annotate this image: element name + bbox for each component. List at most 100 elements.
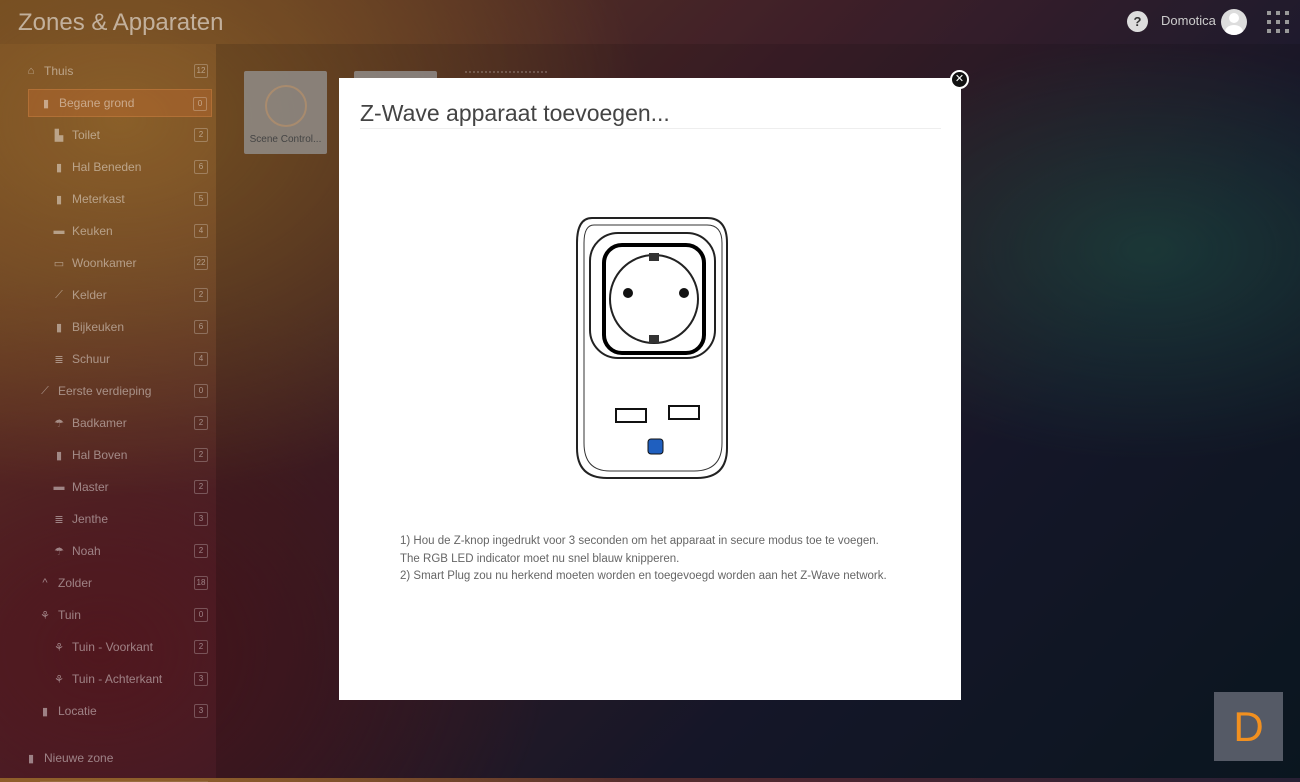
dialog-title: Z-Wave apparaat toevoegen... (360, 100, 670, 126)
sofa-icon: ▭ (53, 257, 65, 270)
sidebar-item-label: Begane grond (59, 96, 135, 110)
scene-controller-icon (265, 85, 307, 127)
sidebar-item[interactable]: ^ Zolder 18 (28, 569, 212, 597)
instruction-line: 1) Hou de Z-knop ingedrukt voor 3 second… (400, 535, 879, 547)
instruction-line: 2) Smart Plug zou nu herkend moeten word… (400, 570, 887, 582)
zone-count-badge: 3 (194, 512, 208, 526)
sidebar-item[interactable]: ☂ Badkamer 2 (52, 409, 212, 437)
help-icon[interactable]: ? (1127, 11, 1148, 32)
zone-count-badge: 2 (194, 128, 208, 142)
roof-icon: ^ (42, 577, 48, 589)
zone-count-badge: 2 (194, 544, 208, 558)
sidebar-item[interactable]: ▮ Hal Beneden 6 (52, 153, 212, 181)
zone-count-badge: 2 (194, 640, 208, 654)
device-tile-label: Scene Control... (249, 134, 322, 145)
zone-count-badge: 4 (194, 224, 208, 238)
kitchen-icon: ▬ (53, 225, 65, 237)
home-icon: ⌂ (27, 65, 35, 77)
sidebar-item-label: Schuur (72, 352, 111, 366)
add-zone-icon: ▮ (27, 752, 35, 765)
sidebar-item[interactable]: ▬ Master 2 (52, 473, 212, 501)
door-icon: ▮ (55, 193, 63, 206)
sidebar-item-label: Hal Beneden (72, 160, 142, 174)
sidebar-item-label: Zolder (58, 576, 93, 590)
close-dialog-button[interactable]: ✕ (950, 70, 969, 89)
sidebar-item-label: Thuis (44, 64, 74, 78)
sidebar-item[interactable]: ▮ Meterkast 5 (52, 185, 212, 213)
shelf-icon: ≣ (54, 513, 64, 526)
bed-icon: ▬ (53, 481, 65, 493)
page-title: Zones & Apparaten (18, 9, 224, 36)
sidebar-item[interactable]: ☂ Noah 2 (52, 537, 212, 565)
sidebar-item[interactable]: ▮ Begane grond 0 (28, 89, 212, 117)
sidebar-item[interactable]: ⚘ Tuin 0 (28, 601, 212, 629)
shelf-icon: ≣ (54, 353, 64, 366)
new-zone-button[interactable]: ▮ Nieuwe zone (24, 744, 214, 772)
toilet-icon: ▙ (54, 129, 64, 142)
sidebar-item[interactable]: ▭ Woonkamer 22 (52, 249, 212, 277)
sidebar-item-label: Toilet (72, 128, 101, 142)
door-icon: ▮ (42, 97, 50, 110)
divider (360, 128, 941, 129)
zone-count-badge: 22 (194, 256, 208, 270)
sidebar-item-label: Jenthe (72, 512, 109, 526)
zone-count-badge: 3 (194, 704, 208, 718)
sidebar-item-label: Meterkast (72, 192, 125, 206)
flower-icon: ⚘ (54, 673, 64, 686)
zone-count-badge: 4 (194, 352, 208, 366)
door-icon: ▮ (41, 705, 49, 718)
door-icon: ▮ (55, 449, 63, 462)
sidebar-item-label: Keuken (72, 224, 113, 238)
sidebar-item[interactable]: ▮ Locatie 3 (28, 697, 212, 725)
door-icon: ▮ (55, 321, 63, 334)
sidebar-item-label: Eerste verdieping (58, 384, 152, 398)
sidebar-item[interactable]: ⚘ Tuin - Voorkant 2 (52, 633, 212, 661)
avatar[interactable] (1221, 9, 1247, 35)
zone-count-badge: 18 (194, 576, 208, 590)
zone-count-badge: 5 (194, 192, 208, 206)
sidebar-item[interactable]: ▮ Bijkeuken 6 (52, 313, 212, 341)
sidebar-item[interactable]: ▙ Toilet 2 (52, 121, 212, 149)
sidebar-item[interactable]: ≣ Schuur 4 (52, 345, 212, 373)
zone-count-badge: 2 (194, 416, 208, 430)
top-bar: Zones & Apparaten ? Domotica (0, 0, 1300, 44)
sidebar-item[interactable]: ⟋ Eerste verdieping 0 (28, 377, 212, 405)
zone-sidebar: ▮ Nieuwe zone ⌂ Thuis 12 ▮ Begane grond 0 ▙ Toi… (0, 44, 216, 782)
zone-count-badge: 2 (194, 480, 208, 494)
stairs-icon: ⟋ (41, 384, 49, 397)
zone-count-badge: 6 (194, 160, 208, 174)
zone-count-badge: 2 (194, 448, 208, 462)
user-name[interactable]: Domotica (1161, 13, 1216, 28)
sidebar-item-label: Badkamer (72, 416, 127, 430)
shower-icon: ☂ (54, 545, 64, 558)
sidebar-item-label: Tuin (58, 608, 81, 622)
sidebar-item-label: Kelder (72, 288, 107, 302)
sidebar-item[interactable]: ⟋ Kelder 2 (52, 281, 212, 309)
sidebar-item-label: Tuin - Achterkant (72, 672, 163, 686)
door-icon: ▮ (55, 161, 63, 174)
sidebar-item-label: Hal Boven (72, 448, 128, 462)
sidebar-item[interactable]: ▮ Hal Boven 2 (52, 441, 212, 469)
sidebar-item[interactable]: ⌂ Thuis 12 (24, 57, 212, 85)
zone-count-badge: 0 (194, 384, 208, 398)
sidebar-item-label: Master (72, 480, 109, 494)
sidebar-item-label: Woonkamer (72, 256, 137, 270)
zone-count-badge: 0 (193, 97, 207, 111)
apps-grid-icon[interactable] (1267, 11, 1289, 33)
add-device-dialog: Z-Wave apparaat toevoegen... 1) Hou de Z… (339, 78, 961, 700)
device-tile[interactable]: Scene Control... (244, 71, 327, 154)
zone-count-badge: 2 (194, 288, 208, 302)
stairs-icon: ⟋ (55, 288, 63, 301)
flower-icon: ⚘ (40, 609, 50, 622)
new-zone-label: Nieuwe zone (44, 751, 114, 765)
instruction-line: The RGB LED indicator moet nu snel blauw… (400, 552, 680, 565)
sidebar-item-label: Noah (72, 544, 101, 558)
divider (465, 71, 547, 73)
sidebar-item-label: Tuin - Voorkant (72, 640, 153, 654)
zone-count-badge: 0 (194, 608, 208, 622)
sidebar-item[interactable]: ≣ Jenthe 3 (52, 505, 212, 533)
sidebar-item[interactable]: ▬ Keuken 4 (52, 217, 212, 245)
app-logo[interactable]: D (1214, 692, 1283, 761)
sidebar-item[interactable]: ⚘ Tuin - Achterkant 3 (52, 665, 212, 693)
smart-plug-illustration (576, 217, 728, 479)
